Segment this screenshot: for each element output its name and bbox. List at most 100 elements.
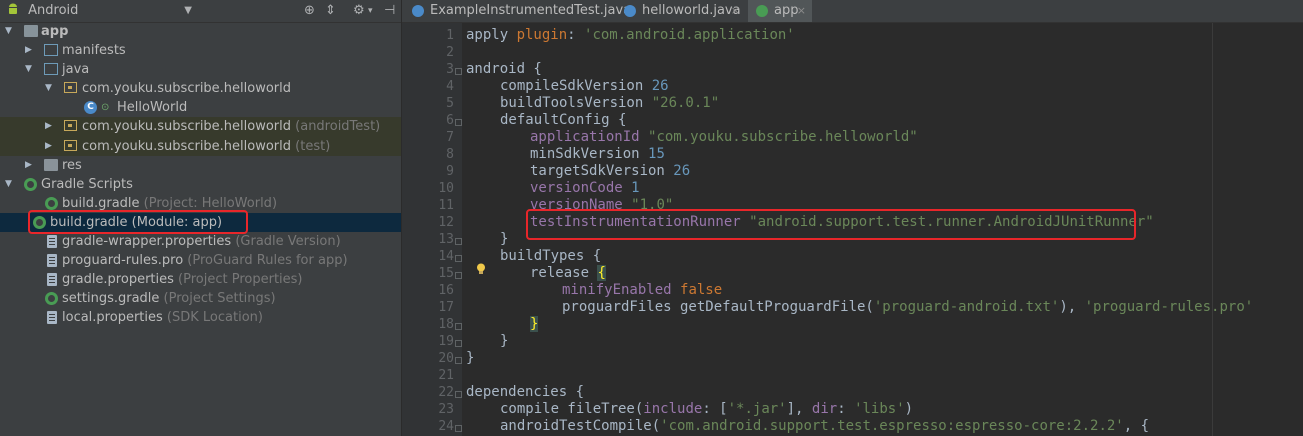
code-token: dir bbox=[811, 401, 838, 417]
code-token: dependencies { bbox=[466, 384, 585, 400]
chevron-right-icon[interactable]: ▶ bbox=[45, 117, 52, 136]
code-line: compileSdkVersion 26 bbox=[500, 78, 669, 95]
fold-marker-icon[interactable] bbox=[455, 238, 462, 245]
tree-item-gradle-wrapper[interactable]: gradle-wrapper.properties (Gradle Versio… bbox=[0, 232, 401, 251]
tree-item-proguard-rules[interactable]: proguard-rules.pro (ProGuard Rules for a… bbox=[0, 251, 401, 270]
code-token: 15 bbox=[648, 146, 665, 162]
code-token: } bbox=[500, 231, 509, 247]
fold-marker-icon[interactable] bbox=[455, 255, 462, 262]
tab-example-instrumented-test[interactable]: ExampleInstrumentedTest.java bbox=[404, 0, 631, 22]
chevron-down-icon[interactable]: ▼ bbox=[5, 175, 12, 194]
fold-marker-icon[interactable] bbox=[455, 119, 462, 126]
tree-item-hint: (SDK Location) bbox=[166, 310, 263, 326]
code-token: false bbox=[680, 282, 723, 298]
chevron-down-icon[interactable]: ▼ bbox=[25, 60, 32, 79]
class-icon bbox=[624, 5, 636, 17]
tab-app[interactable]: app × bbox=[748, 0, 812, 22]
code-line: applicationId "com.youku.subscribe.hello… bbox=[530, 129, 918, 146]
tree-item-label: java bbox=[62, 62, 90, 78]
tree-item-manifests[interactable]: ▶ manifests bbox=[0, 41, 401, 60]
gradle-icon bbox=[45, 196, 58, 210]
hide-icon[interactable]: ⊣ bbox=[384, 2, 395, 20]
chevron-right-icon[interactable]: ▶ bbox=[45, 137, 52, 156]
code-token: minSdkVersion bbox=[530, 146, 649, 162]
code-token: androidTestCompile( bbox=[500, 418, 661, 434]
code-token: versionCode bbox=[530, 180, 632, 196]
project-tree: ▼ app ▶ manifests ▼ java ▼ com.youku.sub… bbox=[0, 22, 401, 328]
code-token: : bbox=[567, 27, 585, 43]
line-number: 20 bbox=[438, 351, 454, 366]
close-icon[interactable]: × bbox=[797, 0, 806, 22]
code-token: compileSdkVersion bbox=[500, 78, 652, 94]
package-icon bbox=[64, 139, 77, 151]
class-icon bbox=[412, 5, 424, 17]
chevron-down-icon[interactable]: ▼ bbox=[184, 2, 192, 20]
tree-item-java[interactable]: ▼ java bbox=[0, 60, 401, 79]
class-icon: C bbox=[84, 101, 97, 115]
tab-label: app bbox=[774, 3, 799, 18]
collapse-icon[interactable]: ⇕ bbox=[325, 2, 336, 20]
line-number-gutter: 1 2 3 4 5 6 7 8 9 10 11 12 13 14 15 16 1… bbox=[402, 23, 462, 436]
tree-item-hint: (Project Properties) bbox=[178, 272, 303, 288]
fold-marker-icon[interactable] bbox=[455, 340, 462, 347]
tree-item-helloworld[interactable]: C ⊙ HelloWorld bbox=[0, 98, 401, 117]
chevron-down-icon[interactable]: ▼ bbox=[5, 22, 12, 41]
lightbulb-icon[interactable] bbox=[476, 263, 486, 275]
fold-marker-icon[interactable] bbox=[455, 425, 462, 432]
tree-item-label: gradle-wrapper.properties bbox=[62, 234, 232, 250]
code-token: proguardFiles getDefaultProguardFile( bbox=[562, 299, 874, 315]
code-token: apply bbox=[466, 27, 517, 43]
fold-marker-icon[interactable] bbox=[455, 68, 462, 75]
fold-marker-icon[interactable] bbox=[455, 272, 462, 279]
fold-marker-icon[interactable] bbox=[455, 391, 462, 398]
fold-marker-icon[interactable] bbox=[455, 357, 462, 364]
code-token: 1 bbox=[631, 180, 640, 196]
code-token: include bbox=[643, 401, 703, 417]
line-number: 1 bbox=[446, 28, 454, 43]
gradle-icon bbox=[24, 177, 37, 191]
fold-marker-icon[interactable] bbox=[455, 323, 462, 330]
line-number: 9 bbox=[446, 164, 454, 179]
tree-item-local-properties[interactable]: local.properties (SDK Location) bbox=[0, 308, 401, 327]
folder-icon bbox=[44, 44, 58, 57]
project-view-selector[interactable]: Android ▼ bbox=[6, 2, 196, 20]
code-line: targetSdkVersion 26 bbox=[530, 163, 690, 180]
tree-item-package-androidtest[interactable]: ▶ com.youku.subscribe.helloworld (androi… bbox=[0, 117, 401, 137]
tree-item-settings-gradle[interactable]: settings.gradle (Project Settings) bbox=[0, 289, 401, 308]
tree-item-package[interactable]: ▼ com.youku.subscribe.helloworld bbox=[0, 79, 401, 98]
tab-label: helloworld.java bbox=[642, 3, 741, 18]
line-number: 10 bbox=[438, 181, 454, 196]
code-token: ), bbox=[1059, 299, 1085, 315]
tree-item-hint: (Project Settings) bbox=[163, 291, 276, 307]
gear-icon[interactable]: ⚙ bbox=[353, 2, 365, 20]
code-token: ], bbox=[786, 401, 812, 417]
code-token: 'com.android.support.test.espresso:espre… bbox=[660, 418, 1124, 434]
project-tool-window: Android ▼ ⊕ ⇕ ⚙ ▾ ⊣ ▼ app ▶ manifests ▼ … bbox=[0, 0, 402, 436]
tree-item-app[interactable]: ▼ app bbox=[0, 22, 401, 41]
chevron-right-icon[interactable]: ▶ bbox=[25, 41, 32, 60]
tree-item-gradle-properties[interactable]: gradle.properties (Project Properties) bbox=[0, 270, 401, 289]
package-icon bbox=[64, 82, 77, 94]
tree-item-label: com.youku.subscribe.helloworld bbox=[82, 81, 292, 97]
tab-helloworld-java[interactable]: helloworld.java × bbox=[616, 0, 746, 22]
tree-item-label: local.properties bbox=[62, 310, 163, 326]
right-margin-guide bbox=[1212, 23, 1213, 436]
properties-file-icon bbox=[47, 273, 57, 287]
gear-dropdown-icon[interactable]: ▾ bbox=[368, 2, 373, 20]
code-token: } bbox=[500, 333, 509, 349]
tree-item-package-test[interactable]: ▶ com.youku.subscribe.helloworld (test) bbox=[0, 136, 401, 156]
code-token: android { bbox=[466, 61, 542, 77]
tree-item-gradle-scripts[interactable]: ▼ Gradle Scripts bbox=[0, 175, 401, 194]
chevron-right-icon[interactable]: ▶ bbox=[25, 156, 32, 175]
code-line: defaultConfig { bbox=[500, 112, 626, 129]
tree-item-res[interactable]: ▶ res bbox=[0, 156, 401, 175]
line-number: 8 bbox=[446, 147, 454, 162]
tree-item-label: gradle.properties bbox=[62, 272, 174, 288]
tree-item-text: gradle.properties (Project Properties) bbox=[62, 270, 303, 289]
tree-item-hint: (androidTest) bbox=[295, 119, 381, 135]
target-icon[interactable]: ⊕ bbox=[304, 2, 315, 20]
close-icon[interactable]: × bbox=[731, 0, 740, 22]
code-token: targetSdkVersion bbox=[530, 163, 674, 179]
code-token: } bbox=[530, 316, 539, 332]
chevron-down-icon[interactable]: ▼ bbox=[45, 79, 52, 98]
